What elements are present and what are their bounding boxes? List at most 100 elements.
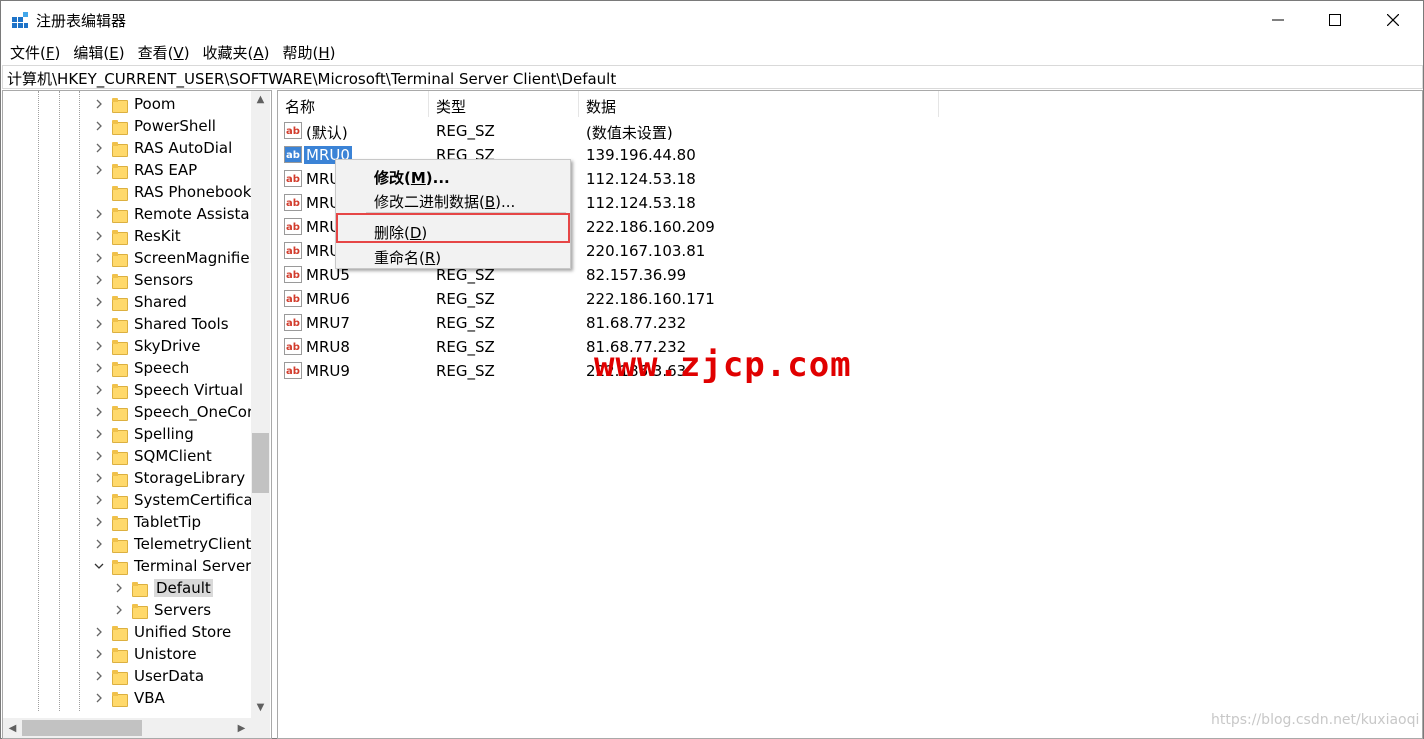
tree-item[interactable]: StorageLibrary — [92, 467, 245, 489]
tree-item[interactable]: Unistore — [92, 643, 197, 665]
svg-text:ab: ab — [286, 318, 300, 329]
chevron-right-icon[interactable] — [92, 665, 106, 687]
tree-horizontal-scrollbar[interactable]: ◀ ▶ — [3, 718, 251, 738]
scrollbar-thumb[interactable] — [22, 720, 142, 736]
chevron-right-icon[interactable] — [92, 401, 106, 423]
chevron-right-icon[interactable] — [92, 291, 106, 313]
tree-item[interactable]: UserData — [92, 665, 204, 687]
scroll-right-icon[interactable]: ▶ — [232, 720, 251, 737]
folder-icon — [112, 361, 128, 377]
maximize-button[interactable] — [1306, 1, 1364, 39]
value-row[interactable]: ab MRU6 REG_SZ 222.186.160.171 — [278, 287, 978, 311]
chevron-right-icon[interactable] — [92, 643, 106, 665]
chevron-right-icon[interactable] — [92, 313, 106, 335]
regedit-window: 注册表编辑器 文件(F) 编辑(E) 查看(V) 收藏夹(A) 帮助(H) 计算… — [0, 0, 1424, 739]
chevron-right-icon[interactable] — [92, 93, 106, 115]
key-tree[interactable]: Poom PowerShell RAS AutoDial RAS EAP RAS Pho… — [2, 90, 272, 739]
chevron-right-icon[interactable] — [92, 445, 106, 467]
tree-item[interactable]: Sensors — [92, 269, 193, 291]
menu-help[interactable]: 帮助(H) — [277, 39, 343, 65]
tree-item[interactable]: Default — [112, 577, 213, 599]
tree-item-label: ResKit — [134, 227, 181, 245]
reg-sz-icon: ab — [284, 218, 302, 235]
scroll-up-icon[interactable]: ▲ — [251, 91, 270, 108]
folder-icon — [112, 405, 128, 421]
scroll-down-icon[interactable]: ▼ — [251, 699, 270, 716]
tree-item[interactable]: SkyDrive — [92, 335, 201, 357]
tree-vertical-scrollbar[interactable]: ▲ ▼ — [251, 91, 270, 718]
tree-item[interactable]: Speech — [92, 357, 189, 379]
chevron-right-icon[interactable] — [92, 335, 106, 357]
chevron-right-icon[interactable] — [92, 159, 106, 181]
value-row[interactable]: ab (默认) REG_SZ (数值未设置) — [278, 119, 978, 143]
menu-file[interactable]: 文件(F) — [4, 39, 67, 65]
chevron-right-icon[interactable] — [92, 379, 106, 401]
close-button[interactable] — [1364, 1, 1422, 39]
chevron-right-icon[interactable] — [92, 203, 106, 225]
chevron-right-icon[interactable] — [92, 423, 106, 445]
tree-item[interactable]: Poom — [92, 93, 175, 115]
column-header-name[interactable]: 名称 — [278, 91, 429, 117]
tree-item[interactable]: RAS AutoDial — [92, 137, 232, 159]
menu-view[interactable]: 查看(V) — [132, 39, 197, 65]
chevron-right-icon[interactable] — [112, 599, 126, 621]
folder-icon — [112, 273, 128, 289]
menu-edit[interactable]: 编辑(E) — [67, 39, 131, 65]
scrollbar-thumb[interactable] — [252, 433, 269, 493]
tree-item-label: TelemetryClient — [134, 535, 252, 553]
minimize-button[interactable] — [1249, 1, 1307, 39]
tree-item[interactable]: TabletTip — [92, 511, 201, 533]
tree-item[interactable]: Shared — [92, 291, 187, 313]
tree-item-label: Speech_OneCor — [134, 403, 254, 421]
tree-item[interactable]: RAS EAP — [92, 159, 197, 181]
chevron-right-icon[interactable] — [112, 577, 126, 599]
tree-item[interactable]: Spelling — [92, 423, 194, 445]
context-menu-modify[interactable]: 修改(M)... — [338, 163, 568, 187]
tree-item[interactable]: Shared Tools — [92, 313, 229, 335]
context-menu-rename[interactable]: 重命名(R) — [338, 243, 568, 267]
tree-item[interactable]: SQMClient — [92, 445, 212, 467]
folder-icon — [132, 581, 148, 597]
chevron-right-icon[interactable] — [92, 137, 106, 159]
chevron-right-icon[interactable] — [92, 467, 106, 489]
column-header-type[interactable]: 类型 — [429, 91, 579, 117]
menu-favorites[interactable]: 收藏夹(A) — [197, 39, 277, 65]
column-header-data[interactable]: 数据 — [579, 91, 939, 117]
tree-item[interactable]: SystemCertificat — [92, 489, 259, 511]
tree-item-label: TabletTip — [134, 513, 202, 531]
credit-text: https://blog.csdn.net/kuxiaoqi — [1211, 712, 1420, 728]
chevron-right-icon[interactable] — [92, 489, 106, 511]
tree-item[interactable]: ScreenMagnifier — [92, 247, 256, 269]
chevron-right-icon[interactable] — [92, 247, 106, 269]
chevron-right-icon[interactable] — [92, 533, 106, 555]
tree-item[interactable]: Speech_OneCor — [92, 401, 253, 423]
tree-item[interactable]: Unified Store — [92, 621, 231, 643]
folder-icon — [112, 295, 128, 311]
chevron-right-icon[interactable] — [92, 621, 106, 643]
tree-item[interactable]: Terminal Server — [92, 555, 251, 577]
tree-item[interactable]: Speech Virtual — [92, 379, 243, 401]
address-bar[interactable]: 计算机\HKEY_CURRENT_USER\SOFTWARE\Microsoft… — [2, 65, 1423, 89]
tree-item[interactable]: RAS Phonebook — [92, 181, 251, 203]
chevron-right-icon[interactable] — [92, 225, 106, 247]
chevron-down-icon[interactable] — [92, 555, 106, 577]
menu-bar: 文件(F) 编辑(E) 查看(V) 收藏夹(A) 帮助(H) — [1, 39, 1423, 65]
scroll-left-icon[interactable]: ◀ — [3, 720, 22, 737]
chevron-right-icon[interactable] — [92, 269, 106, 291]
tree-item[interactable]: ResKit — [92, 225, 181, 247]
tree-item-label: Servers — [154, 601, 212, 619]
context-menu-modify-binary[interactable]: 修改二进制数据(B)... — [338, 187, 568, 211]
tree-item[interactable]: VBA — [92, 687, 165, 709]
tree-item[interactable]: Servers — [112, 599, 211, 621]
tree-item[interactable]: TelemetryClient — [92, 533, 251, 555]
chevron-right-icon[interactable] — [92, 357, 106, 379]
tree-item-label: RAS EAP — [134, 161, 198, 179]
chevron-right-icon[interactable] — [92, 511, 106, 533]
svg-text:ab: ab — [286, 150, 300, 161]
chevron-right-icon[interactable] — [92, 115, 106, 137]
tree-item-label: Speech Virtual — [134, 381, 244, 399]
chevron-right-icon[interactable] — [92, 687, 106, 709]
tree-item[interactable]: Remote Assistar — [92, 203, 256, 225]
tree-item[interactable]: PowerShell — [92, 115, 216, 137]
value-row[interactable]: ab MRU7 REG_SZ 81.68.77.232 — [278, 311, 978, 335]
